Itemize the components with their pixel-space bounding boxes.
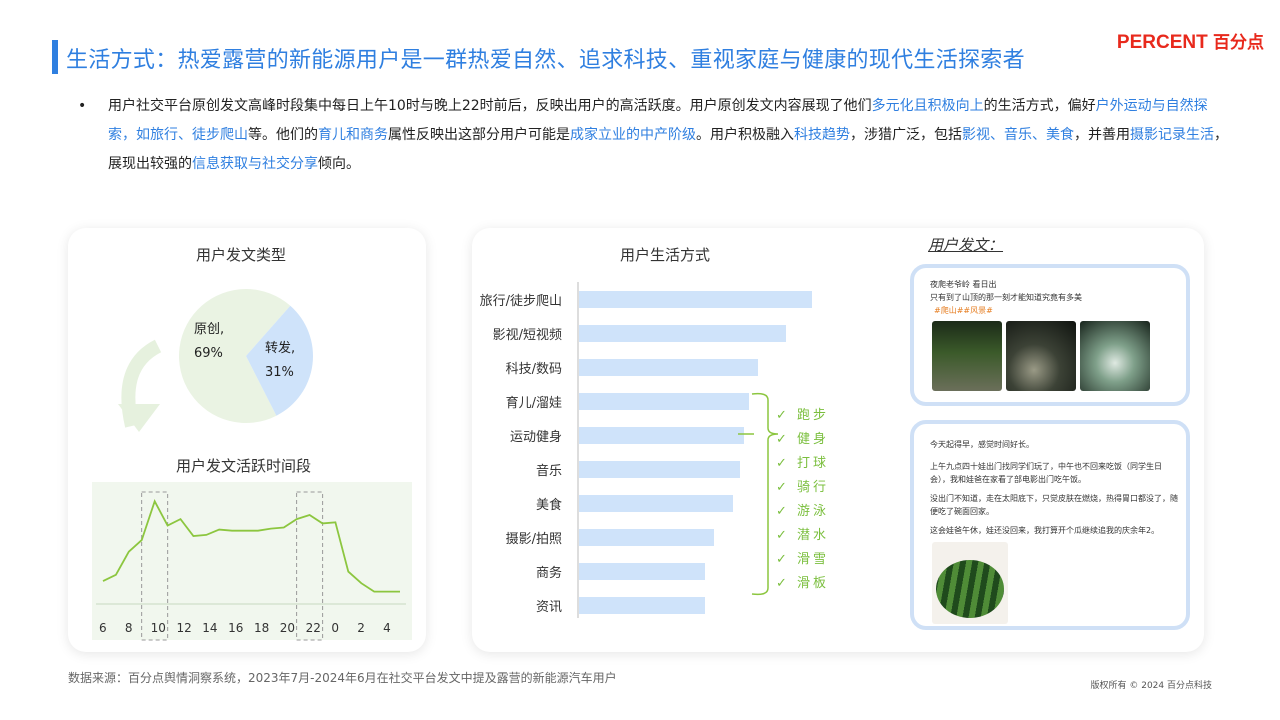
sport-item-label: 潜水: [797, 528, 830, 543]
sport-item: ✓ 滑板: [776, 572, 829, 591]
check-icon: ✓: [776, 408, 798, 423]
sport-item: ✓ 游泳: [776, 500, 829, 519]
post2-paragraph3: 没出门不知道，走在太阳底下，只觉皮肤在燃烧，热得胃口都没了，随便吃了碗面回家。: [930, 494, 1178, 516]
post2-paragraph1: 今天起得早，感觉时间好长。: [930, 440, 1034, 449]
sport-item-label: 健身: [797, 432, 830, 447]
sports-brace: [751, 392, 779, 596]
post1-line1: 夜爬老爷岭 看日出: [930, 280, 997, 289]
sport-item: ✓ 潜水: [776, 524, 829, 543]
check-icon: ✓: [776, 504, 798, 519]
check-icon: ✓: [776, 576, 798, 591]
watermelon-shape: [936, 560, 1004, 618]
data-source-note: 数据来源：百分点舆情洞察系统，2023年7月-2024年6月在社交平台发文中提及…: [68, 671, 617, 685]
post1-line2: 只有到了山顶的那一刻才能知道究竟有多美: [930, 293, 1082, 302]
post2-paragraph4: 这会娃爸午休，娃还没回来，我打算开个瓜继续追我的庆余年2。: [930, 526, 1160, 535]
posts-title: 用户发文：: [928, 236, 1004, 254]
post1-photo-night-steps: [1006, 321, 1076, 391]
sport-item: ✓ 跑步: [776, 404, 829, 423]
post-card-daily-life: 今天起得早，感觉时间好长。 上午九点四十娃出门找同学们玩了，中午也不回来吃饭（同…: [910, 420, 1190, 630]
sport-item-label: 游泳: [797, 504, 830, 519]
check-icon: ✓: [776, 552, 798, 567]
sport-item-label: 跑步: [797, 408, 830, 423]
post1-photo-forest-path: [932, 321, 1002, 391]
sport-item: ✓ 打球: [776, 452, 829, 471]
copyright-note: 版权所有 © 2024 百分点科技: [1090, 681, 1213, 691]
post1-tags: #爬山##风景#: [934, 306, 993, 315]
sport-item: ✓ 健身: [776, 428, 829, 447]
sport-item-label: 打球: [797, 456, 830, 471]
sport-item-label: 滑板: [797, 576, 830, 591]
post2-photo-watermelon: [932, 542, 1008, 624]
check-icon: ✓: [776, 432, 798, 447]
sport-item: ✓ 骑行: [776, 476, 829, 495]
sport-item: ✓ 滑雪: [776, 548, 829, 567]
post1-photo-night-trail: [1080, 321, 1150, 391]
sport-item-label: 骑行: [797, 480, 830, 495]
post-card-hiking: 夜爬老爷岭 看日出 只有到了山顶的那一刻才能知道究竟有多美 #爬山##风景#: [910, 264, 1190, 406]
check-icon: ✓: [776, 528, 798, 543]
check-icon: ✓: [776, 456, 798, 471]
check-icon: ✓: [776, 480, 798, 495]
sport-item-label: 滑雪: [797, 552, 830, 567]
post2-paragraph2: 上午九点四十娃出门找同学们玩了，中午也不回来吃饭（同学生日会），我和娃爸在家看了…: [930, 462, 1162, 484]
